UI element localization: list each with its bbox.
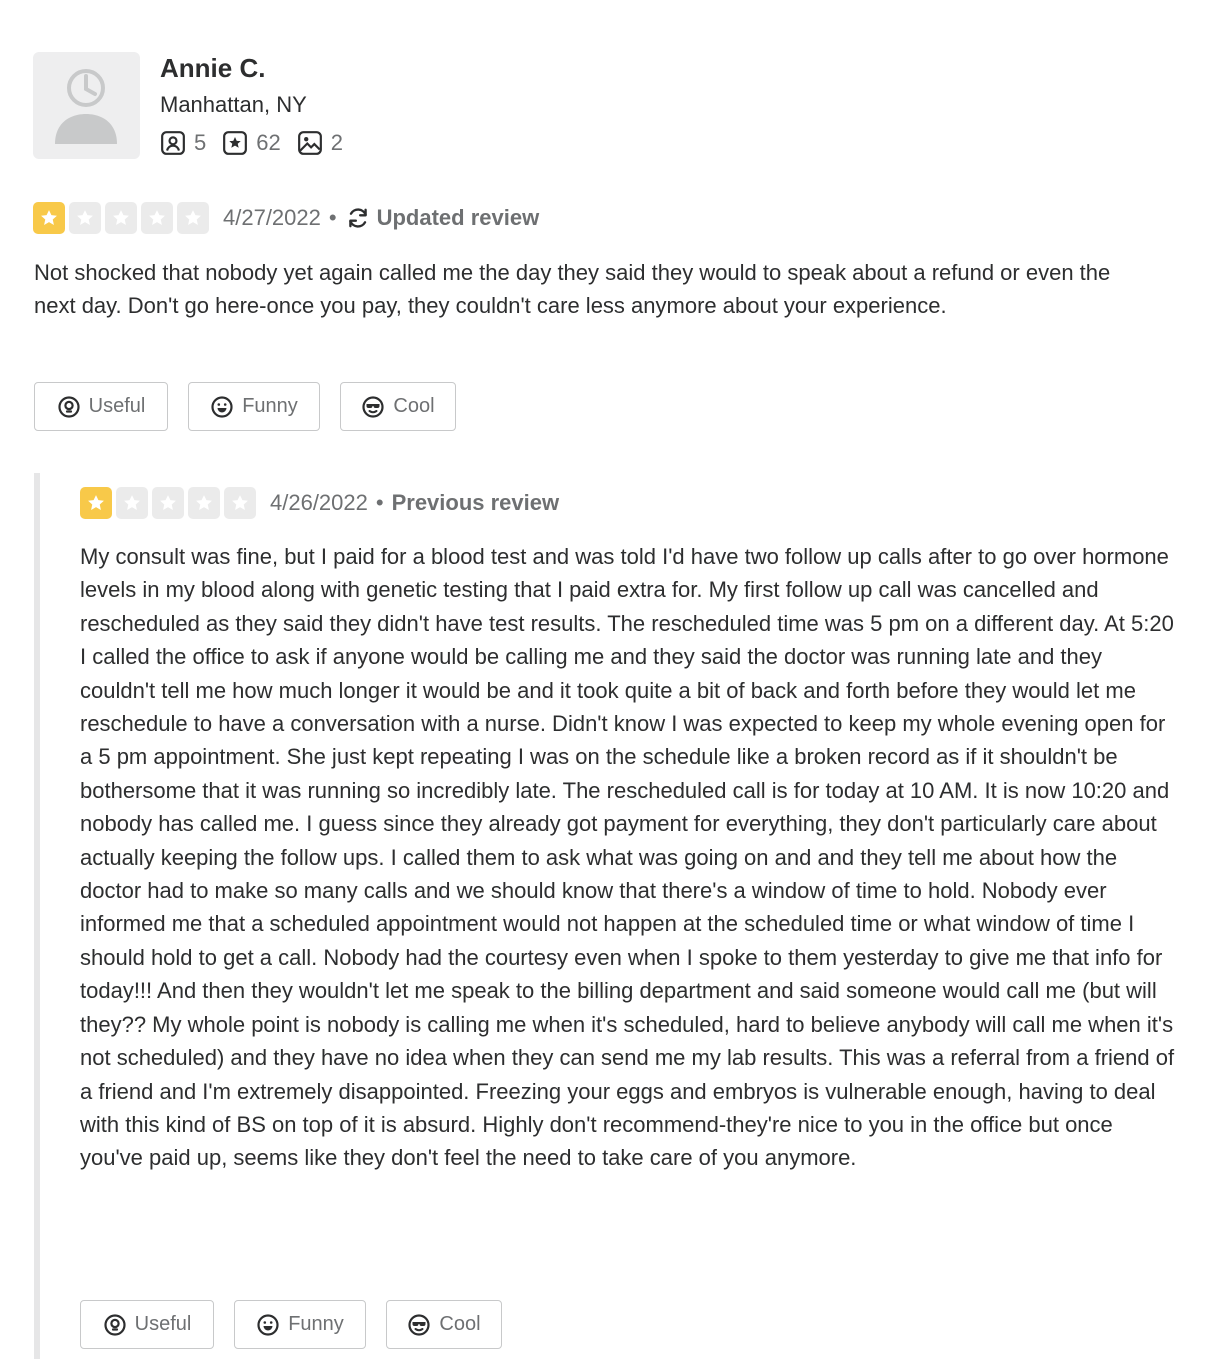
cool-label: Cool <box>439 1313 481 1335</box>
previous-review-label: Previous review <box>391 490 560 515</box>
star-empty-icon <box>177 202 209 234</box>
previous-review-divider <box>34 473 40 1359</box>
star-rating <box>33 202 213 234</box>
star-empty-icon <box>116 487 148 519</box>
star-icon <box>223 131 248 155</box>
star-empty-icon <box>224 487 256 519</box>
star-filled-icon <box>33 202 65 234</box>
reaction-buttons: Useful Funny Cool <box>80 1300 522 1349</box>
review-date: 4/26/2022 <box>270 490 368 515</box>
updated-review-label: Updated review <box>345 205 540 231</box>
useful-button[interactable]: Useful <box>80 1300 214 1349</box>
funny-button[interactable]: Funny <box>234 1300 366 1349</box>
avatar-placeholder-icon <box>55 69 117 144</box>
review-text: My consult was fine, but I paid for a bl… <box>80 544 1175 1171</box>
funny-label: Funny <box>288 1313 344 1335</box>
photos-count: 2 <box>297 130 343 156</box>
user-name[interactable]: Annie C. <box>160 53 265 84</box>
star-empty-icon <box>188 487 220 519</box>
sunglasses-face-icon <box>362 395 385 418</box>
useful-button[interactable]: Useful <box>34 382 168 431</box>
reaction-buttons: Useful Funny Cool <box>34 382 476 431</box>
useful-label: Useful <box>88 395 146 417</box>
friends-count-value: 5 <box>194 130 207 155</box>
star-empty-icon <box>152 487 184 519</box>
status-text: Updated review <box>376 205 540 230</box>
star-empty-icon <box>141 202 173 234</box>
reviews-count-value: 62 <box>256 130 281 155</box>
photos-count-value: 2 <box>330 130 343 155</box>
cool-button[interactable]: Cool <box>386 1300 502 1349</box>
friends-icon <box>161 131 185 155</box>
funny-label: Funny <box>242 395 298 417</box>
previous-review-header: 4/26/2022 • Previous review <box>80 487 559 519</box>
laughing-face-icon <box>211 395 233 418</box>
updated-review-header: 4/27/2022 • Updated review <box>33 202 539 234</box>
lightbulb-icon <box>104 1313 126 1336</box>
user-stats: 5 62 2 <box>160 130 359 156</box>
user-location: Manhattan, NY <box>160 92 307 117</box>
useful-label: Useful <box>134 1313 192 1335</box>
cool-label: Cool <box>393 395 435 417</box>
laughing-face-icon <box>257 1313 279 1336</box>
sunglasses-face-icon <box>408 1313 431 1336</box>
review-date: 4/27/2022 <box>223 205 321 230</box>
star-empty-icon <box>69 202 101 234</box>
avatar[interactable] <box>33 52 140 159</box>
separator-dot: • <box>328 205 337 230</box>
lightbulb-icon <box>58 395 80 418</box>
star-empty-icon <box>105 202 137 234</box>
review-text: Not shocked that nobody yet again called… <box>34 260 1111 319</box>
friends-count: 5 <box>160 130 206 156</box>
separator-dot: • <box>375 490 384 515</box>
reviews-count: 62 <box>222 130 281 156</box>
star-filled-icon <box>80 487 112 519</box>
star-rating <box>80 487 260 519</box>
funny-button[interactable]: Funny <box>188 382 320 431</box>
cool-button[interactable]: Cool <box>340 382 456 431</box>
refresh-icon <box>348 208 367 228</box>
photo-icon <box>297 131 322 155</box>
